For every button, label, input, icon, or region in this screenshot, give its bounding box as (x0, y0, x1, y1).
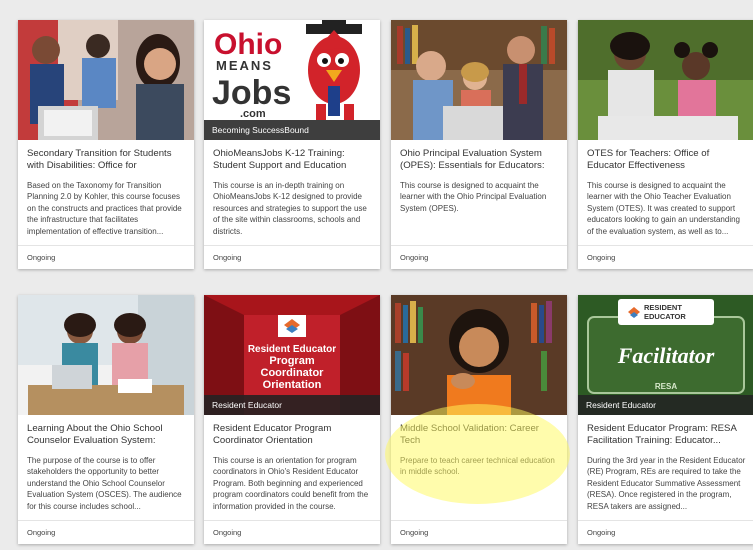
course-card-secondary-transition[interactable]: Secondary Transition for Students with D… (18, 20, 194, 269)
course-description: Prepare to teach career technical educat… (400, 456, 555, 477)
card-divider (204, 520, 380, 521)
course-status: Ongoing (27, 253, 56, 262)
banner-line-4: Orientation (263, 379, 322, 391)
course-description: This course is designed to acquaint the … (400, 181, 547, 213)
course-status: Ongoing (213, 528, 242, 537)
course-card-middle-school-career-tech[interactable]: Middle School Validation: Career Tech Pr… (391, 295, 567, 544)
course-description: Based on the Taxonomy for Transition Pla… (27, 181, 182, 236)
banner-line-1: Resident Educator (248, 344, 336, 355)
course-title[interactable]: Resident Educator Program Coordinator Or… (213, 423, 371, 447)
course-description: This course is designed to acquaint the … (587, 181, 740, 236)
course-status: Ongoing (587, 528, 616, 537)
course-status: Ongoing (587, 253, 616, 262)
badge-bottom-text: RESA (655, 382, 677, 391)
card-divider (578, 520, 753, 521)
logo-ohio: Ohio (214, 28, 282, 61)
course-card-otes[interactable]: OTES for Teachers: Office of Educator Ef… (578, 20, 753, 269)
course-title[interactable]: Ohio Principal Evaluation System (OPES):… (400, 148, 558, 172)
card-divider (578, 245, 753, 246)
course-thumbnail: Ohio MEANS Jobs .com Becoming SuccessBou… (204, 20, 380, 140)
course-status: Ongoing (213, 253, 242, 262)
course-description: This course is an in-depth training on O… (213, 181, 367, 236)
course-thumbnail (391, 295, 567, 415)
card-divider (391, 520, 567, 521)
course-thumbnail: Resident Educator Program Coordinator Or… (204, 295, 380, 415)
course-category-label: Resident Educator (204, 395, 380, 415)
course-card-resident-educator-coordinator[interactable]: Resident Educator Program Coordinator Or… (204, 295, 380, 544)
course-card-opes[interactable]: Ohio Principal Evaluation System (OPES):… (391, 20, 567, 269)
course-thumbnail (391, 20, 567, 140)
badge-main-text: Facilitator (617, 343, 715, 368)
course-card-ohiomeansjobs[interactable]: Ohio MEANS Jobs .com Becoming SuccessBou… (204, 20, 380, 269)
badge-top-line-2: EDUCATOR (644, 312, 686, 321)
course-title[interactable]: Middle School Validation: Career Tech (400, 423, 558, 447)
course-thumbnail (578, 20, 753, 140)
course-thumbnail (18, 20, 194, 140)
course-description: During the 3rd year in the Resident Educ… (587, 456, 746, 511)
course-title[interactable]: OTES for Teachers: Office of Educator Ef… (587, 148, 745, 172)
card-divider (204, 245, 380, 246)
course-description: The purpose of the course is to offer st… (27, 456, 182, 511)
logo-com: .com (240, 108, 266, 120)
logo-jobs: Jobs (212, 74, 291, 112)
course-status: Ongoing (400, 528, 429, 537)
course-description: This course is an orientation for progra… (213, 456, 369, 511)
course-thumbnail: RESIDENT EDUCATOR Facilitator RESA Resid… (578, 295, 753, 415)
banner-line-3: Coordinator (261, 367, 325, 379)
banner-line-2: Program (269, 355, 314, 367)
course-title[interactable]: Learning About the Ohio School Counselor… (27, 423, 185, 447)
course-card-osces[interactable]: Learning About the Ohio School Counselor… (18, 295, 194, 544)
course-title[interactable]: Secondary Transition for Students with D… (27, 148, 185, 172)
logo-means: MEANS (216, 58, 273, 73)
course-title[interactable]: Resident Educator Program: RESA Facilita… (587, 423, 745, 447)
badge-top-line-1: RESIDENT (644, 303, 682, 312)
course-category-label: Resident Educator (578, 395, 753, 415)
resident-educator-logo-icon (278, 315, 306, 337)
course-status: Ongoing (27, 528, 56, 537)
course-thumbnail (18, 295, 194, 415)
card-divider (391, 245, 567, 246)
course-title[interactable]: OhioMeansJobs K-12 Training: Student Sup… (213, 148, 371, 172)
card-divider (18, 520, 194, 521)
course-status: Ongoing (400, 253, 429, 262)
card-divider (18, 245, 194, 246)
course-category-label: Becoming SuccessBound (204, 120, 380, 140)
course-card-resa-facilitation[interactable]: RESIDENT EDUCATOR Facilitator RESA Resid… (578, 295, 753, 544)
